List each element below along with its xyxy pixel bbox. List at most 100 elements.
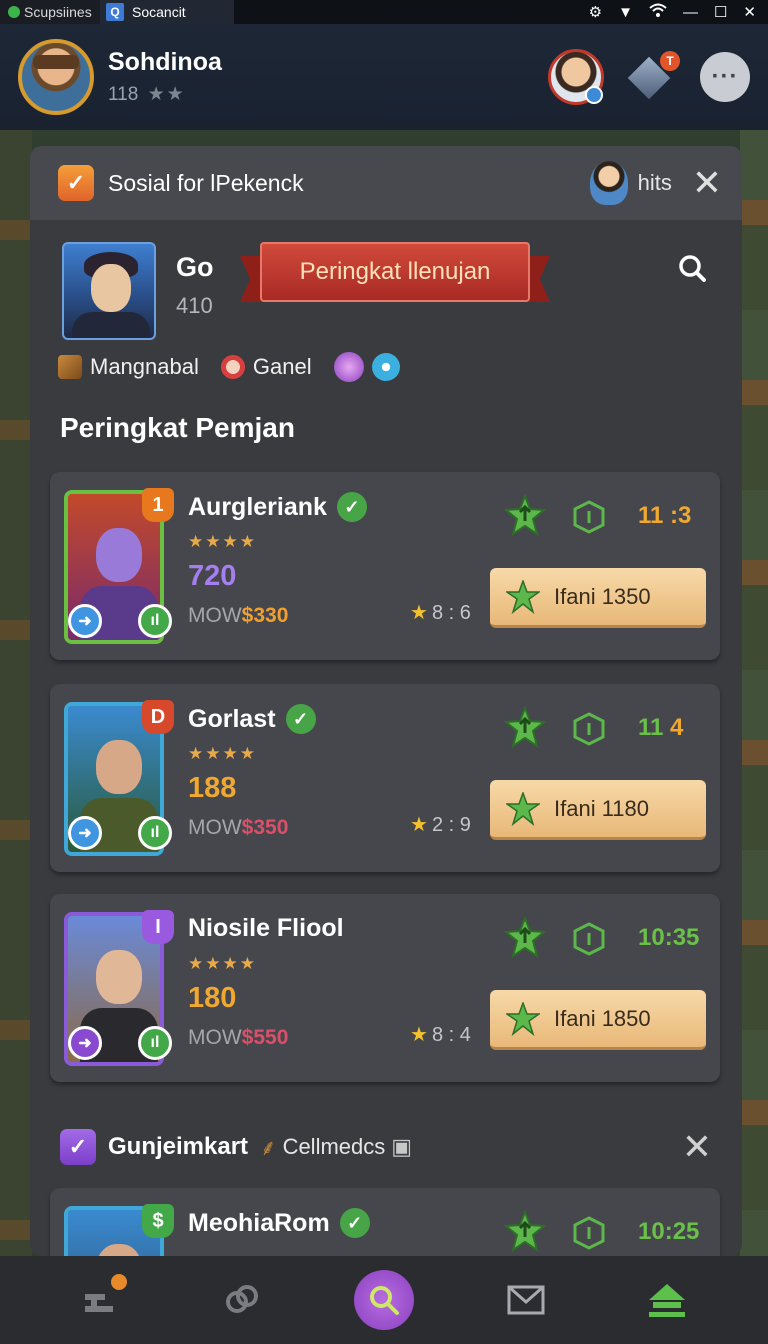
card-name-text: Gorlast bbox=[188, 704, 276, 733]
tag-mangnabal[interactable]: Mangnabal bbox=[90, 354, 199, 380]
checkbox-icon[interactable]: ✓ bbox=[58, 165, 94, 201]
rank-flag: I bbox=[142, 910, 174, 944]
rating-value: 8 : 6 bbox=[431, 602, 471, 624]
app-tab-2-label: Socancit bbox=[132, 4, 186, 20]
section2-title: Gunjeimkart bbox=[108, 1133, 249, 1160]
star-up-icon[interactable] bbox=[504, 1210, 546, 1252]
character-icon bbox=[589, 161, 628, 205]
profile-portrait[interactable] bbox=[62, 242, 156, 340]
time-a: 11 bbox=[638, 714, 664, 741]
mail-icon bbox=[507, 1285, 545, 1315]
price-label: MOW bbox=[188, 1026, 242, 1049]
close-window-icon[interactable]: ✕ bbox=[743, 3, 756, 21]
blue-orb-icon[interactable] bbox=[371, 353, 400, 381]
tag-ganel[interactable]: Ganel bbox=[253, 354, 312, 380]
purple-orb-icon[interactable] bbox=[333, 352, 364, 382]
settings-icon[interactable]: ⚙ bbox=[589, 3, 602, 21]
card-time: 10:25 bbox=[638, 1218, 699, 1246]
more-options-button[interactable]: ··· bbox=[700, 52, 750, 102]
top-header: Sohdinoa 118 ★★ T ··· bbox=[0, 24, 768, 130]
card-score: 180 bbox=[188, 982, 237, 1014]
shield-icon[interactable] bbox=[572, 712, 606, 746]
ranking-card[interactable]: $ MeohiaRom ✓ 10:25 bbox=[50, 1188, 720, 1256]
minimize-icon[interactable]: — bbox=[683, 4, 698, 21]
price-amount: $550 bbox=[241, 1026, 289, 1049]
ranking-card[interactable]: I ➜ ıl Niosile Fliool ★★★★ 180 MOW$550 ★… bbox=[50, 894, 720, 1082]
card-name: Aurgleriank ✓ bbox=[188, 492, 367, 522]
link-icon bbox=[226, 1285, 259, 1313]
close-section-button[interactable]: ✕ bbox=[682, 1126, 712, 1168]
wifi-icon bbox=[649, 3, 667, 21]
price-amount: $350 bbox=[241, 816, 289, 839]
nav-link[interactable] bbox=[212, 1270, 272, 1330]
challenge-button[interactable]: Ifani 1850 bbox=[490, 990, 706, 1050]
verified-icon: ✓ bbox=[336, 492, 367, 522]
card-stars: ★★★★ bbox=[188, 532, 257, 551]
star-up-icon[interactable] bbox=[504, 494, 546, 536]
card-price: MOW$330 bbox=[188, 604, 288, 628]
price-label: MOW bbox=[188, 816, 242, 839]
checkbox-icon[interactable]: ✓ bbox=[60, 1129, 96, 1165]
challenge-button[interactable]: Ifani 1350 bbox=[490, 568, 706, 628]
player-level: 118 ★★ bbox=[108, 83, 222, 106]
search-icon[interactable] bbox=[678, 254, 706, 282]
bars-badge-icon: ıl bbox=[138, 1026, 172, 1060]
maximize-icon[interactable]: ☐ bbox=[714, 3, 727, 21]
star-up-icon[interactable] bbox=[504, 916, 546, 958]
gem-button[interactable]: T bbox=[627, 51, 680, 100]
green-star-icon bbox=[506, 791, 540, 826]
level-stars: ★★ bbox=[147, 84, 186, 105]
arrow-badge-icon: ➜ bbox=[68, 1026, 102, 1060]
shield-icon[interactable] bbox=[572, 500, 606, 534]
green-star-icon bbox=[506, 579, 540, 614]
rank-flag: D bbox=[142, 700, 174, 734]
gem-badge: T bbox=[660, 51, 680, 71]
time-b: 4 bbox=[670, 714, 684, 741]
app-tab-1-label: Scupsiines bbox=[24, 4, 92, 20]
shield-icon[interactable] bbox=[572, 1216, 606, 1250]
player-info: Sohdinoa 118 ★★ bbox=[108, 48, 222, 106]
player-avatar[interactable] bbox=[18, 39, 94, 115]
star-up-icon[interactable] bbox=[504, 706, 546, 748]
card-rating: ★ 8 : 4 bbox=[410, 1022, 471, 1047]
cube-icon: ▣ bbox=[391, 1134, 413, 1159]
nav-home[interactable] bbox=[637, 1270, 697, 1330]
friend-avatar-button[interactable] bbox=[548, 49, 604, 105]
q-icon: Q bbox=[106, 3, 124, 21]
rank-flag-icon: $ bbox=[142, 1204, 174, 1238]
profile-score: 410 bbox=[176, 293, 213, 318]
ranking-card[interactable]: D ➜ ıl Gorlast ✓ ★★★★ 188 MOW$350 ★ 2 : 9… bbox=[50, 684, 720, 872]
card-rating: ★ 2 : 9 bbox=[410, 812, 471, 837]
card-time: 11 4 bbox=[638, 714, 683, 742]
time-b: :3 bbox=[670, 502, 692, 529]
profile-name: Go bbox=[176, 252, 214, 282]
challenge-label: Ifani 1180 bbox=[554, 795, 650, 821]
app-icon bbox=[8, 6, 20, 18]
hat-icon bbox=[33, 55, 79, 69]
nav-search[interactable] bbox=[353, 1270, 414, 1330]
level-value: 118 bbox=[108, 84, 139, 105]
home-icon bbox=[649, 1284, 686, 1317]
close-panel-button[interactable]: ✕ bbox=[692, 165, 722, 201]
shield-icon[interactable] bbox=[572, 922, 606, 956]
app-tab-1[interactable]: Scupsiines bbox=[0, 0, 100, 24]
app-tab-2[interactable]: Q Socancit bbox=[100, 0, 234, 24]
ranking-card[interactable]: 1 ➜ ıl Aurgleriank ✓ ★★★★ 720 MOW$330 ★ 8… bbox=[50, 472, 720, 660]
price-label: MOW bbox=[188, 604, 242, 627]
challenge-button[interactable]: Ifani 1180 bbox=[490, 780, 706, 840]
price-amount: $330 bbox=[241, 604, 289, 627]
card-stars: ★★★★ bbox=[188, 954, 257, 973]
section-title: Peringkat Pemjan bbox=[60, 412, 295, 443]
card-name-text: MeohiaRom bbox=[188, 1208, 330, 1237]
section2-header: ✓ Gunjeimkart ⸙ Cellmedcs ▣ ✕ bbox=[30, 1106, 742, 1188]
card-name-text: Aurgleriank bbox=[188, 492, 327, 521]
nav-mail[interactable] bbox=[496, 1270, 556, 1330]
nav-tools[interactable] bbox=[71, 1270, 131, 1330]
signal-icon: ▼ bbox=[618, 3, 633, 21]
bars-badge-icon: ıl bbox=[138, 604, 172, 638]
section2-tag-label: Cellmedcs bbox=[282, 1134, 386, 1159]
verified-icon: ✓ bbox=[285, 704, 316, 734]
status-bar: Scupsiines Q Socancit ⚙ ▼ — ☐ ✕ bbox=[0, 0, 768, 24]
social-panel: ✓ Sosial for lPekenck hits ✕ Go 410 Peri… bbox=[30, 146, 742, 1256]
time-a: 11 bbox=[638, 502, 664, 529]
